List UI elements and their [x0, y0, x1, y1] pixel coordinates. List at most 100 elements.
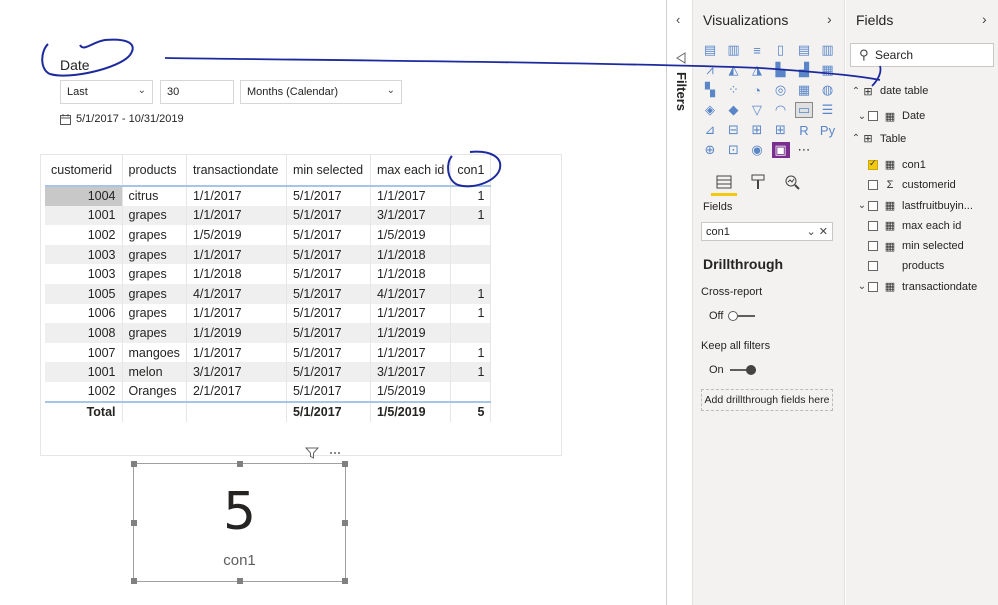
table-cell[interactable]: 1 — [450, 342, 492, 363]
resize-handle[interactable] — [237, 578, 243, 584]
scatter-chart-icon[interactable]: ⁘ — [725, 82, 743, 98]
fields-tab-icon[interactable] — [711, 170, 737, 194]
filter-icon[interactable] — [305, 447, 320, 459]
table-cell[interactable]: 3/1/2017 — [186, 362, 287, 382]
card-visual[interactable]: 5 con1 — [131, 461, 348, 584]
table-cell[interactable]: 1 — [450, 186, 492, 206]
table-cell[interactable] — [450, 264, 492, 284]
table-cell[interactable]: 1/1/2017 — [370, 186, 452, 206]
chevron-left-icon[interactable]: ‹ — [676, 12, 680, 27]
table-icon[interactable]: ⊞ — [748, 122, 766, 138]
table-cell[interactable]: grapes — [122, 264, 187, 284]
field-checkbox[interactable] — [868, 111, 878, 122]
resize-handle[interactable] — [237, 461, 243, 467]
matrix-icon[interactable]: ⊞ — [772, 122, 790, 138]
table-row[interactable]: 1004 citrus 1/1/2017 5/1/2017 1/1/2017 1 — [45, 186, 492, 206]
table-cell[interactable]: 1/1/2019 — [370, 323, 452, 343]
area-chart-icon[interactable]: ◭ — [725, 62, 743, 78]
format-paint-roller-icon[interactable] — [745, 170, 771, 194]
cross-report-toggle[interactable]: Off — [709, 310, 756, 322]
multi-row-card-icon[interactable]: ☰ — [819, 102, 837, 118]
table-cell[interactable]: Oranges — [122, 381, 187, 402]
table-cell[interactable] — [450, 323, 492, 343]
chevron-right-icon[interactable]: › — [982, 11, 987, 27]
table-cell[interactable]: 1/1/2019 — [186, 323, 287, 343]
table-cell[interactable]: 1003 — [45, 244, 123, 265]
table-cell[interactable]: 1 — [450, 362, 492, 382]
table-row[interactable]: 1005 grapes 4/1/2017 5/1/2017 4/1/2017 1 — [45, 283, 492, 304]
table-visual[interactable]: customerid products transactiondate min … — [40, 154, 562, 456]
stacked-area-icon[interactable]: ◮ — [748, 62, 766, 78]
table-cell[interactable]: grapes — [122, 205, 187, 226]
table-cell[interactable]: 5/1/2017 — [286, 264, 371, 284]
analytics-magnifier-icon[interactable] — [779, 170, 805, 194]
shape-map-icon[interactable]: ◆ — [725, 102, 743, 118]
table-cell[interactable]: 1/5/2019 — [186, 225, 287, 245]
table-cell[interactable]: 1001 — [45, 205, 123, 226]
table-cell[interactable]: 1 — [450, 283, 492, 304]
table-cell[interactable]: 1/1/2017 — [370, 303, 452, 324]
chevron-up-icon[interactable]: ⌃ — [850, 133, 862, 144]
table-cell[interactable]: grapes — [122, 225, 187, 245]
chevron-down-icon[interactable]: ⌄ — [856, 111, 868, 122]
period-count-input[interactable]: 30 — [160, 80, 234, 104]
period-unit-dropdown[interactable]: Months (Calendar) ⌄ — [240, 80, 402, 104]
table-cell[interactable]: 1002 — [45, 381, 123, 402]
table-cell[interactable]: 1/1/2018 — [370, 244, 452, 265]
table-cell[interactable]: 1/1/2017 — [186, 205, 287, 226]
100-stacked-bar-icon[interactable]: ▤ — [795, 42, 813, 58]
table-cell[interactable]: 5/1/2017 — [286, 342, 371, 363]
funnel-icon[interactable]: ▽ — [748, 102, 766, 118]
slicer-icon[interactable]: ⊟ — [725, 122, 743, 138]
pie-chart-icon[interactable]: ◔ — [748, 82, 766, 98]
table-cell[interactable]: 1 — [450, 205, 492, 226]
gauge-icon[interactable]: ◠ — [772, 102, 790, 118]
python-visual-icon[interactable]: Py — [819, 122, 837, 138]
filters-pane-collapsed[interactable]: ‹ Filters — [666, 0, 693, 605]
table-cell[interactable]: 1004 — [45, 186, 123, 206]
table-cell[interactable]: 1/1/2017 — [186, 244, 287, 265]
column-header-transactiondate[interactable]: transactiondate — [186, 155, 287, 187]
table-cell[interactable]: 5/1/2017 — [286, 323, 371, 343]
fields-search-input[interactable]: ⚲ Search — [850, 43, 994, 67]
100-stacked-column-icon[interactable]: ▥ — [819, 42, 837, 58]
field-item[interactable]: ▦ con1 — [856, 155, 926, 175]
line-clustered-column-icon[interactable]: ▟ — [795, 62, 813, 78]
table-cell[interactable] — [450, 381, 492, 402]
table-cell[interactable]: 1/1/2017 — [186, 186, 287, 206]
column-header-products[interactable]: products — [122, 155, 187, 187]
table-row[interactable]: 1007 mangoes 1/1/2017 5/1/2017 1/1/2017 1 — [45, 342, 492, 363]
column-header-min-selected[interactable]: min selected — [286, 155, 371, 187]
field-table-row[interactable]: ⌃ ⊞ Table — [850, 129, 907, 149]
field-table-row[interactable]: ⌃ ⊞ date table — [850, 81, 929, 101]
table-cell[interactable]: melon — [122, 362, 187, 382]
table-cell[interactable]: 3/1/2017 — [370, 362, 452, 382]
table-cell[interactable]: grapes — [122, 323, 187, 343]
table-cell[interactable]: 2/1/2017 — [186, 381, 287, 402]
field-checkbox[interactable] — [868, 261, 878, 272]
qa-icon[interactable]: ◉ — [748, 142, 766, 158]
field-checkbox[interactable] — [868, 200, 878, 211]
resize-handle[interactable] — [131, 461, 137, 467]
table-row[interactable]: 1002 Oranges 2/1/2017 5/1/2017 1/5/2019 — [45, 381, 492, 402]
table-cell[interactable]: 5/1/2017 — [286, 225, 371, 245]
field-checkbox[interactable] — [868, 281, 878, 292]
chevron-up-icon[interactable]: ⌃ — [850, 86, 862, 97]
keep-filters-toggle[interactable]: On — [709, 364, 756, 376]
fields-well-item[interactable]: con1 ⌄ ✕ — [701, 222, 833, 241]
table-cell[interactable]: 4/1/2017 — [370, 283, 452, 304]
table-cell[interactable]: 3/1/2017 — [370, 205, 452, 226]
table-row[interactable]: 1008 grapes 1/1/2019 5/1/2017 1/1/2019 — [45, 323, 492, 343]
table-row[interactable]: 1006 grapes 1/1/2017 5/1/2017 1/1/2017 1 — [45, 303, 492, 324]
decomposition-tree-icon[interactable]: ⊡ — [725, 142, 743, 158]
table-cell[interactable]: 1002 — [45, 225, 123, 245]
field-item[interactable]: ▦ min selected — [856, 236, 964, 256]
table-cell[interactable]: 5/1/2017 — [286, 244, 371, 265]
well-item-controls[interactable]: ⌄ ✕ — [807, 225, 829, 238]
table-cell[interactable]: 1005 — [45, 283, 123, 304]
field-item[interactable]: ⌄ ▦ Date — [856, 106, 925, 126]
resize-handle[interactable] — [342, 578, 348, 584]
line-chart-icon[interactable]: ⩘ — [701, 62, 719, 78]
table-cell[interactable]: 1/1/2018 — [370, 264, 452, 284]
table-cell[interactable]: 5/1/2017 — [286, 283, 371, 304]
